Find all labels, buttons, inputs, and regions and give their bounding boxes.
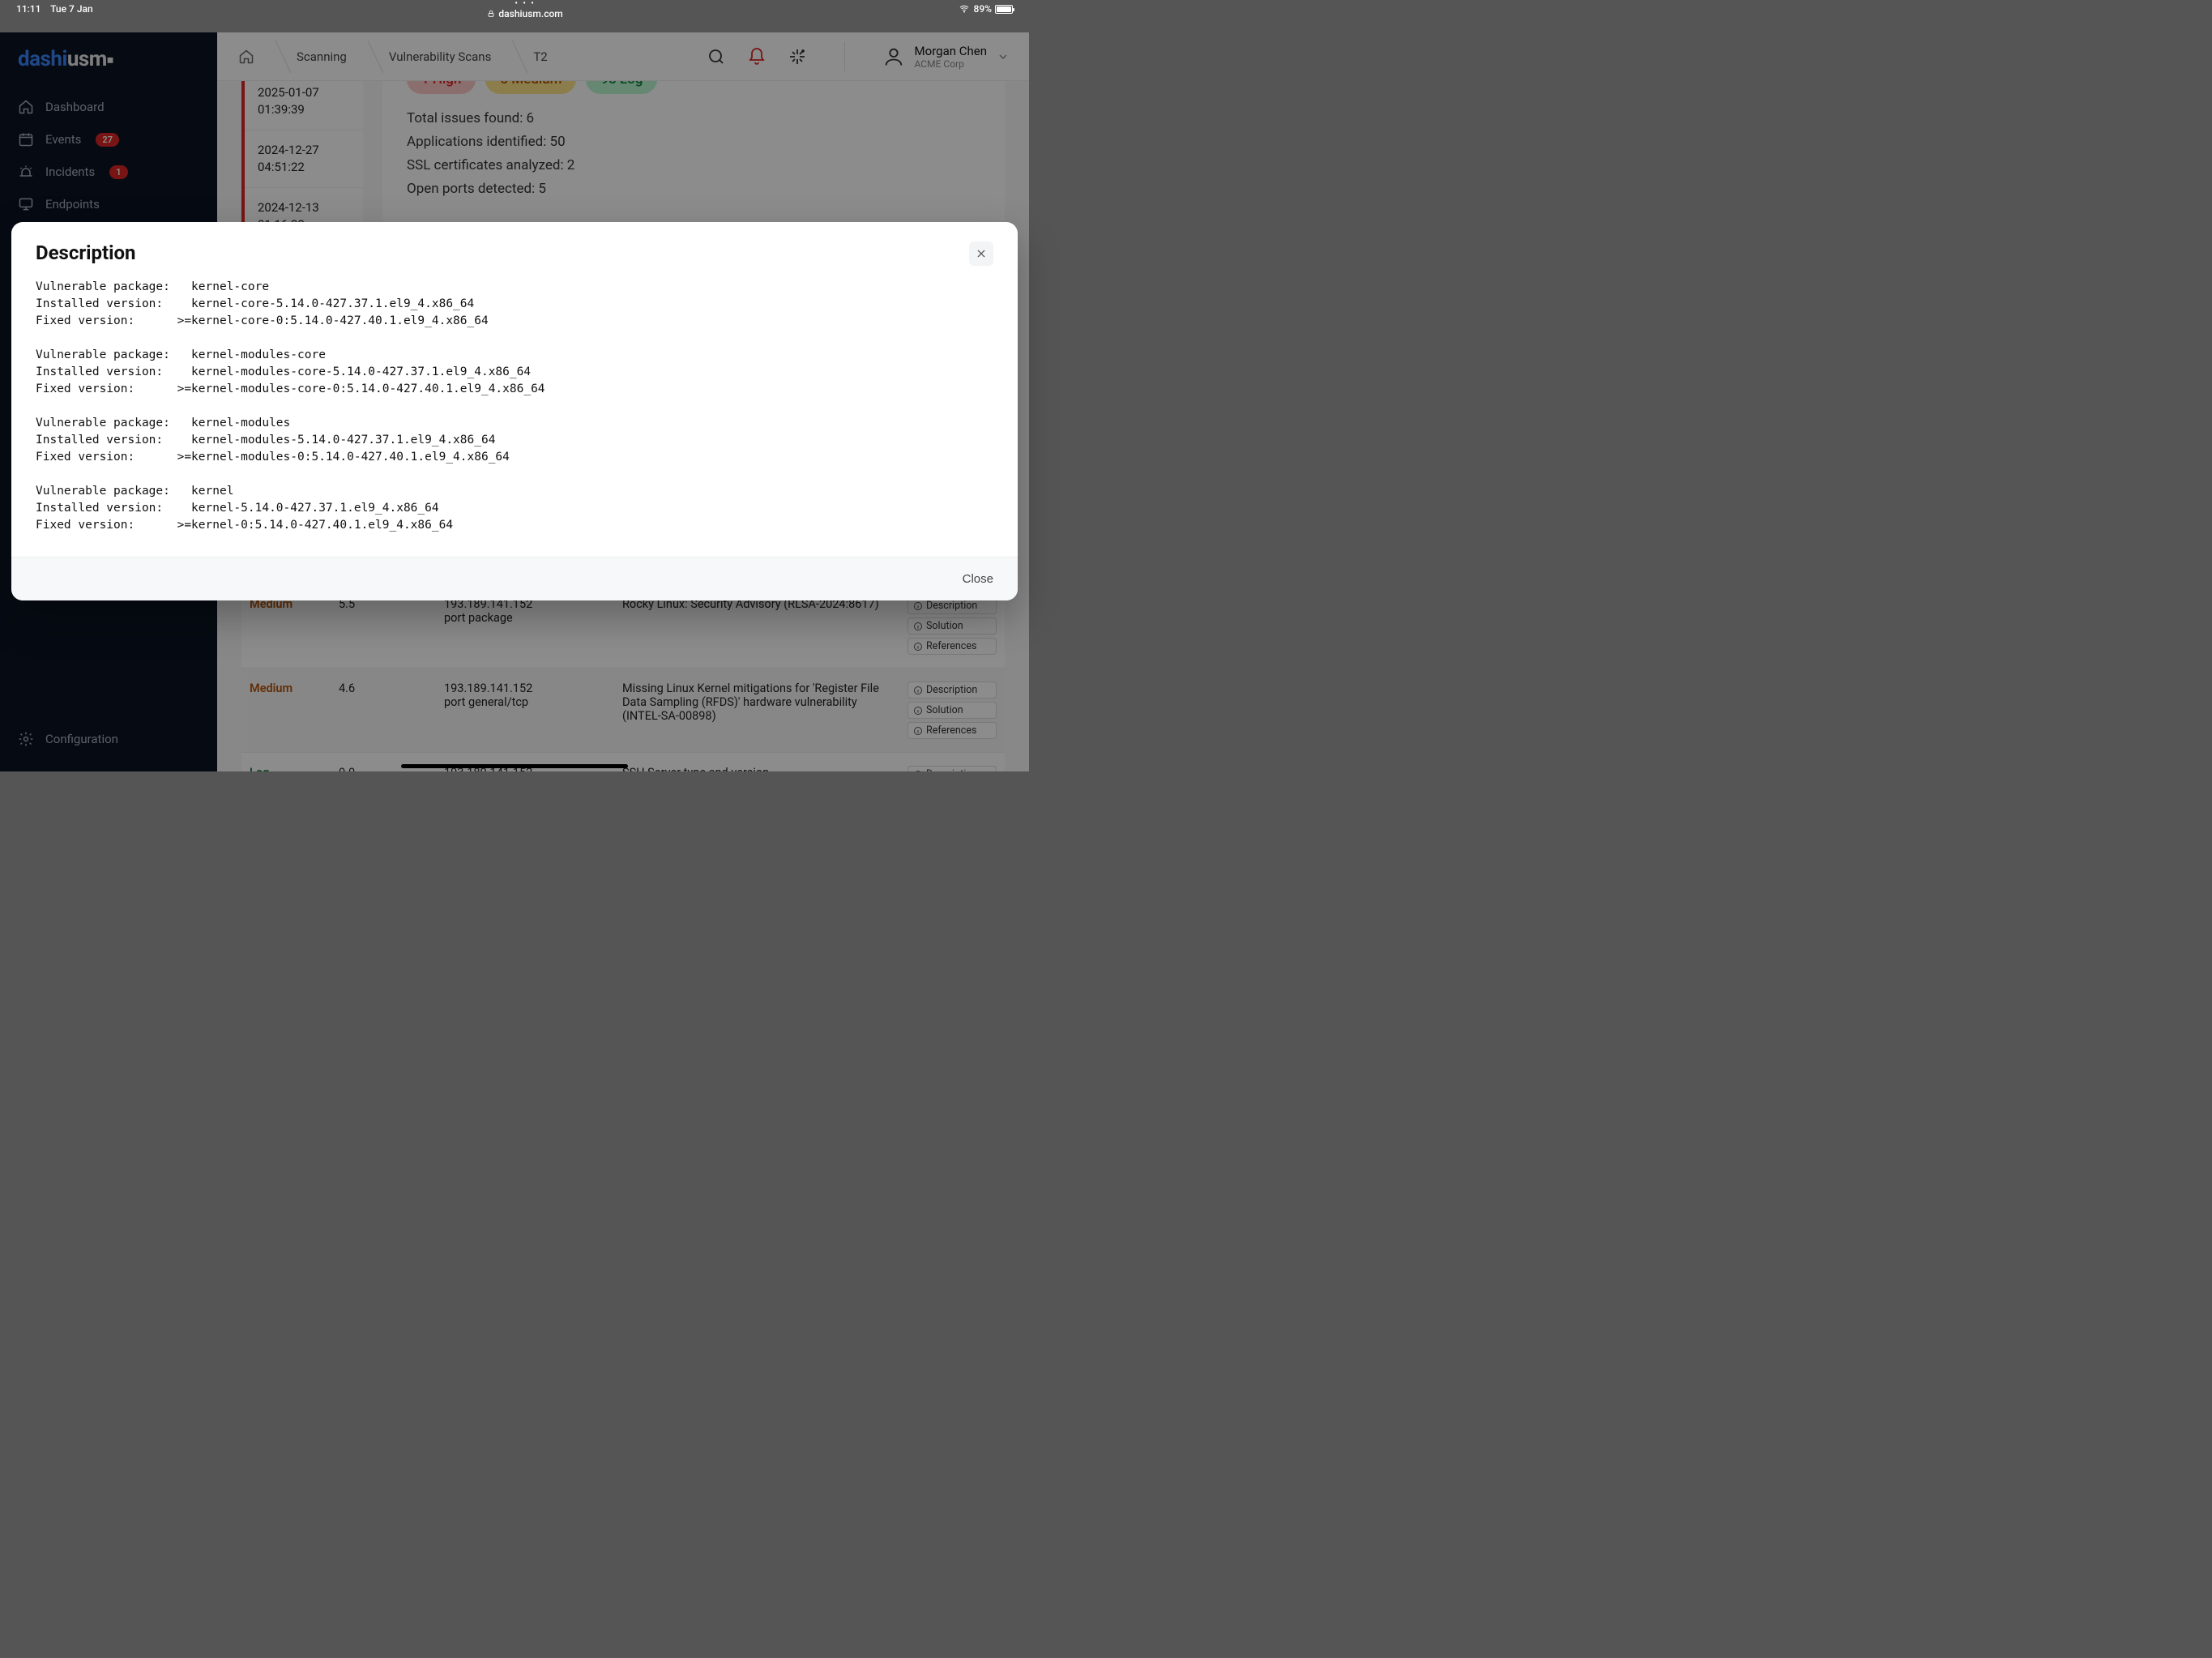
- modal-close-x[interactable]: [969, 241, 993, 266]
- description-modal: Description Vulnerable package: kernel-c…: [11, 222, 1018, 600]
- multitask-dots[interactable]: • • •: [93, 0, 958, 8]
- close-icon: [976, 248, 987, 259]
- ipad-status-bar: 11:11 Tue 7 Jan • • • dashiusm.com 89%: [0, 0, 1029, 18]
- status-date: Tue 7 Jan: [50, 3, 93, 15]
- modal-close-button[interactable]: Close: [963, 572, 993, 586]
- battery-icon: [995, 5, 1013, 14]
- wifi-icon: [958, 4, 971, 14]
- status-time: 11:11: [16, 3, 41, 15]
- browser-url[interactable]: dashiusm.com: [93, 8, 958, 19]
- home-indicator[interactable]: [401, 764, 628, 768]
- modal-title: Description: [36, 241, 136, 264]
- battery-pct: 89%: [974, 3, 992, 15]
- modal-body: Vulnerable package: kernel-core Installe…: [11, 266, 1018, 557]
- modal-overlay[interactable]: Description Vulnerable package: kernel-c…: [0, 32, 1029, 771]
